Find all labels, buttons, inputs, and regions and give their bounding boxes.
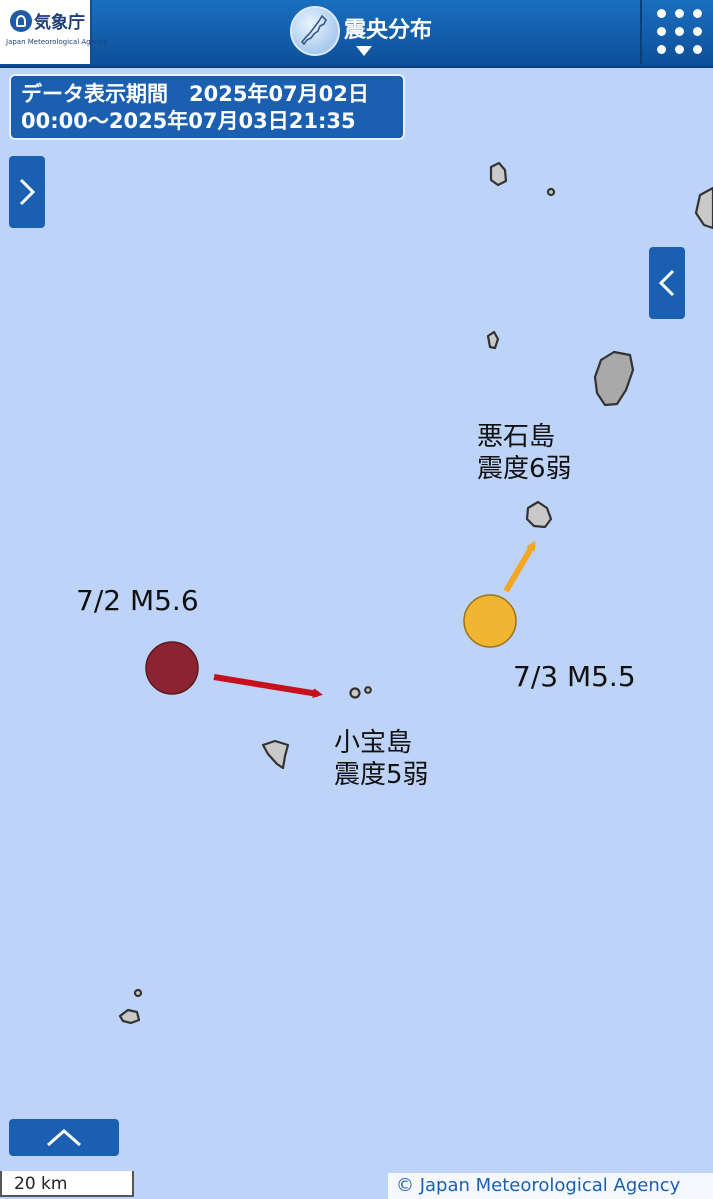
period-line-1: データ表示期間 2025年07月02日 [21, 82, 369, 106]
chevron-left-icon [658, 269, 675, 297]
islands [118, 161, 713, 1025]
jma-logo[interactable]: 気象庁 Japan Meteorological Agency [0, 0, 107, 64]
caret-down-icon [356, 46, 372, 56]
kodakara-intensity: 震度5弱 [334, 760, 429, 790]
kodakara-label: 小宝島 震度5弱 [334, 727, 429, 791]
akuseki-name: 悪石島 [477, 422, 556, 452]
grid-icon [657, 9, 703, 55]
period-line-2: 00:00～2025年07月03日21:35 [21, 109, 356, 133]
open-left-panel-button[interactable] [9, 156, 45, 228]
quake-7-2-label: 7/2 M5.6 [76, 584, 199, 617]
akuseki-label: 悪石島 震度6弱 [477, 421, 572, 485]
japan-globe-icon [290, 6, 340, 56]
copyright-link[interactable]: © Japan Meteorological Agency [388, 1173, 713, 1199]
grid-menu-button[interactable] [640, 0, 713, 64]
chevron-right-icon [19, 178, 36, 206]
arrow-to-akuseki [503, 540, 536, 593]
kodakara-name: 小宝島 [334, 728, 413, 758]
logo-subtitle: Japan Meteorological Agency [6, 38, 108, 46]
expand-up-button[interactable] [9, 1119, 119, 1156]
open-right-panel-button[interactable] [649, 247, 685, 319]
scale-bar: 20 km [0, 1171, 134, 1197]
jma-emblem-icon [10, 10, 32, 32]
chevron-up-icon [47, 1129, 81, 1147]
epicenter-map[interactable] [0, 66, 713, 1171]
quake-7-3-label: 7/3 M5.5 [513, 660, 636, 693]
app-header: 気象庁 Japan Meteorological Agency 震央分布 [0, 0, 713, 68]
epicenter-7-2[interactable] [145, 641, 199, 695]
page-title: 震央分布 [344, 18, 433, 43]
logo-name: 気象庁 [34, 13, 85, 33]
epicenter-7-3[interactable] [463, 594, 517, 648]
arrow-to-kodakara [213, 674, 323, 699]
data-period-box: データ表示期間 2025年07月02日 00:00～2025年07月03日21:… [9, 74, 405, 140]
akuseki-intensity: 震度6弱 [477, 454, 572, 484]
